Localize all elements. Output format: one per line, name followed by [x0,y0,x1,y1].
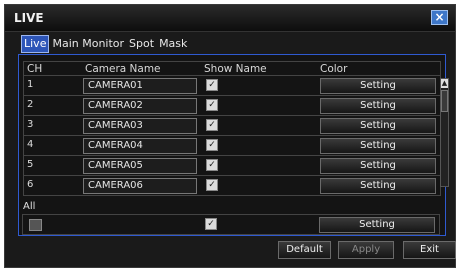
channel-number: 3 [27,119,34,130]
camera-name-field[interactable]: CAMERA05 [83,158,197,174]
check-icon: ✓ [208,180,216,190]
table-scrollbar[interactable]: ▲ [440,78,449,187]
all-select-checkbox[interactable] [29,219,42,231]
channel-number: 2 [27,99,34,110]
channel-table: CH Camera Name Show Name Color 1 CAMERA0… [23,61,441,196]
camera-name-field[interactable]: CAMERA03 [83,118,197,134]
check-icon: ✓ [207,219,215,229]
default-button[interactable]: Default [278,241,331,259]
live-settings-panel: CH Camera Name Show Name Color 1 CAMERA0… [18,54,446,236]
color-setting-button[interactable]: Setting [320,158,436,174]
header-color: Color [320,63,348,75]
title-bar: LIVE × [5,5,455,32]
camera-name-field[interactable]: CAMERA01 [83,78,197,94]
show-name-checkbox[interactable]: ✓ [206,99,218,111]
color-setting-button[interactable]: Setting [320,78,436,94]
show-name-checkbox[interactable]: ✓ [206,179,218,191]
table-row: 1 CAMERA01 ✓ Setting [23,75,441,96]
table-row: 5 CAMERA05 ✓ Setting [23,155,441,176]
apply-button[interactable]: Apply [338,241,394,259]
header-show-name: Show Name [204,63,267,75]
show-name-checkbox[interactable]: ✓ [206,139,218,151]
channel-number: 5 [27,159,34,170]
show-name-checkbox[interactable]: ✓ [206,79,218,91]
all-color-setting-button[interactable]: Setting [319,217,435,233]
channel-number: 4 [27,139,34,150]
tab-live[interactable]: Live [21,35,50,53]
camera-name-field[interactable]: CAMERA06 [83,178,197,194]
camera-name-field[interactable]: CAMERA02 [83,98,197,114]
scrollbar-thumb[interactable] [441,90,448,112]
camera-name-field[interactable]: CAMERA04 [83,138,197,154]
check-icon: ✓ [208,80,216,90]
table-header: CH Camera Name Show Name Color [23,61,441,76]
header-ch: CH [27,63,43,75]
show-name-checkbox[interactable]: ✓ [206,159,218,171]
dialog-title: LIVE [14,11,44,25]
check-icon: ✓ [208,160,216,170]
color-setting-button[interactable]: Setting [320,118,436,134]
check-icon: ✓ [208,120,216,130]
table-row: 2 CAMERA02 ✓ Setting [23,95,441,116]
check-icon: ✓ [208,100,216,110]
channel-number: 1 [27,79,34,90]
tab-mask[interactable]: Mask [157,35,190,53]
show-name-checkbox[interactable]: ✓ [206,119,218,131]
color-setting-button[interactable]: Setting [320,98,436,114]
close-icon[interactable]: × [431,10,448,25]
tab-spot[interactable]: Spot [127,35,157,53]
color-setting-button[interactable]: Setting [320,178,436,194]
table-row: 3 CAMERA03 ✓ Setting [23,115,441,136]
table-row: 6 CAMERA06 ✓ Setting [23,175,441,196]
color-setting-button[interactable]: Setting [320,138,436,154]
scroll-up-arrow-icon[interactable]: ▲ [441,79,448,88]
header-camera-name: Camera Name [85,63,161,75]
tab-bar: Live Main Monitor Spot Mask [21,35,190,53]
tab-main-monitor[interactable]: Main Monitor [50,35,127,53]
all-show-name-checkbox[interactable]: ✓ [205,218,217,230]
table-row: 4 CAMERA04 ✓ Setting [23,135,441,156]
check-icon: ✓ [208,140,216,150]
all-label: All [23,201,36,212]
exit-button[interactable]: Exit [403,241,456,259]
channel-number: 6 [27,179,34,190]
all-row: ✓ Setting [22,214,440,235]
